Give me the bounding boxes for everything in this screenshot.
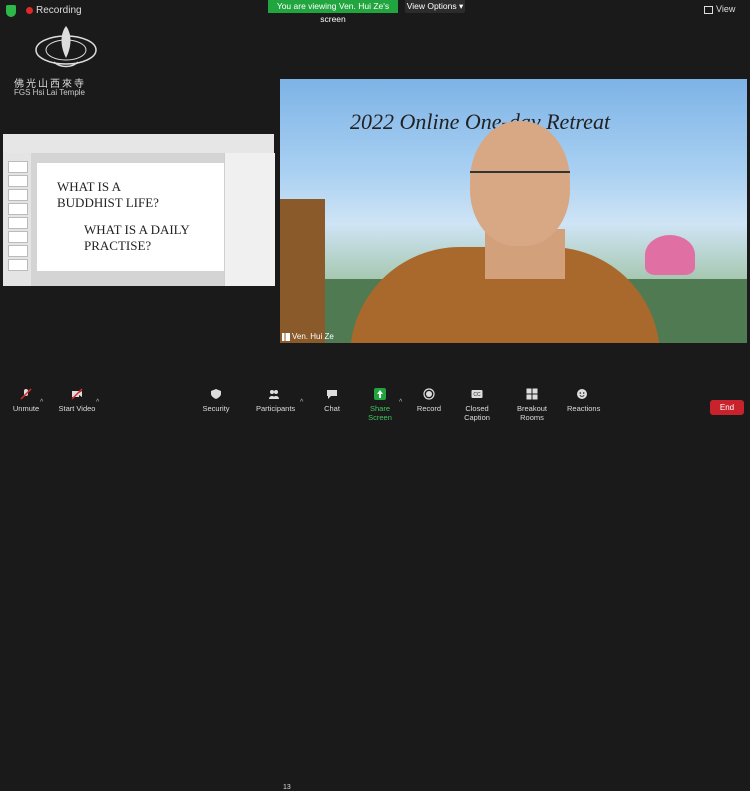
grid-view-icon[interactable] [704,6,713,14]
speaker-video[interactable]: 2022 Online One-day Retreat Ven. Hui Ze [280,79,747,343]
slide-line: PRACTISE? [84,238,152,253]
record-icon [423,388,435,400]
participants-options-caret[interactable]: ^ [300,399,303,406]
unmute-label: Unmute [12,404,40,413]
logo-english-name: FGS Hsi Lai Temple [14,88,85,97]
view-options-button[interactable]: View Options ▾ [405,0,465,13]
slide-thumbnail [8,189,28,201]
view-options-label: View Options [406,1,457,11]
security-icon [211,389,221,399]
slide-thumbnail [8,245,28,257]
breakout-rooms-label: Breakout Rooms [516,404,548,422]
signal-icon [282,333,290,341]
slide-thumbnail [8,161,28,173]
slide-thumbnail [8,217,28,229]
slide-heading-2: WHAT IS A DAILY PRACTISE? [84,222,190,254]
speaker-glasses [470,171,570,187]
end-meeting-button[interactable]: End [710,400,744,415]
shield-icon[interactable] [6,5,16,17]
meeting-toolbar: Unmute ^ Start Video ^ Security Particip… [0,388,750,791]
breakout-rooms-button[interactable]: Breakout Rooms [507,388,557,422]
retreat-banner: 2022 Online One-day Retreat [350,109,611,134]
recording-icon [26,7,33,14]
slide-line: WHAT IS A DAILY [84,222,190,237]
participants-icon [269,390,279,399]
slide-thumbnail [8,175,28,187]
chevron-down-icon: ▾ [459,1,464,11]
participants-label: Participants [256,404,296,413]
share-screen-icon [374,388,386,400]
slide-thumbnail [8,231,28,243]
slide-thumbnail [8,203,28,215]
mic-muted-icon [20,388,32,400]
slide-inspector-panel [224,153,275,286]
recording-label[interactable]: Recording [36,5,82,16]
unmute-button[interactable]: Unmute [12,388,40,413]
chat-icon [327,390,337,399]
security-button[interactable]: Security [202,388,230,413]
start-video-button[interactable]: Start Video [58,388,96,413]
svg-text:CC: CC [473,392,481,398]
viewing-banner: You are viewing Ven. Hui Ze's screen [268,0,398,24]
participants-count: 13 [283,784,291,791]
slide-heading-1: WHAT IS A BUDDHIST LIFE? [57,179,159,211]
start-video-label: Start Video [58,404,96,413]
view-button[interactable]: View [716,4,735,14]
current-slide: WHAT IS A BUDDHIST LIFE? WHAT IS A DAILY… [37,163,224,271]
slide-canvas: WHAT IS A BUDDHIST LIFE? WHAT IS A DAILY… [31,153,224,286]
participants-button[interactable]: Participants [256,388,296,413]
slide-line: WHAT IS A [57,179,122,194]
share-screen-label: Share Screen [368,404,392,422]
share-titlebar [3,134,274,154]
speaker-name: Ven. Hui Ze [292,332,334,341]
audio-options-caret[interactable]: ^ [40,399,43,406]
chat-button[interactable]: Chat [322,388,342,413]
top-bar: Recording You are viewing Ven. Hui Ze's … [0,0,750,24]
share-screen-button[interactable]: Share Screen [360,388,400,422]
shared-screen[interactable]: WHAT IS A BUDDHIST LIFE? WHAT IS A DAILY… [3,134,275,286]
video-off-icon [71,388,83,400]
slide-thumbnails [3,153,32,286]
closed-caption-icon: CC [471,390,483,398]
reactions-icon [577,389,587,399]
reactions-button[interactable]: Reactions [567,388,601,413]
lotus-flower [645,235,695,275]
breakout-rooms-icon [526,388,538,400]
share-options-caret[interactable]: ^ [399,399,402,406]
slide-thumbnail [8,259,28,271]
closed-caption-button[interactable]: CC Closed Caption [454,388,500,422]
record-button[interactable]: Record [416,388,442,413]
chat-label: Chat [324,404,340,413]
video-options-caret[interactable]: ^ [96,399,99,406]
slide-line: BUDDHIST LIFE? [57,195,159,210]
record-label: Record [416,404,442,413]
reactions-label: Reactions [567,404,601,413]
background-pagoda [280,199,325,343]
closed-caption-label: Closed Caption [464,404,490,422]
security-label: Security [202,404,230,413]
